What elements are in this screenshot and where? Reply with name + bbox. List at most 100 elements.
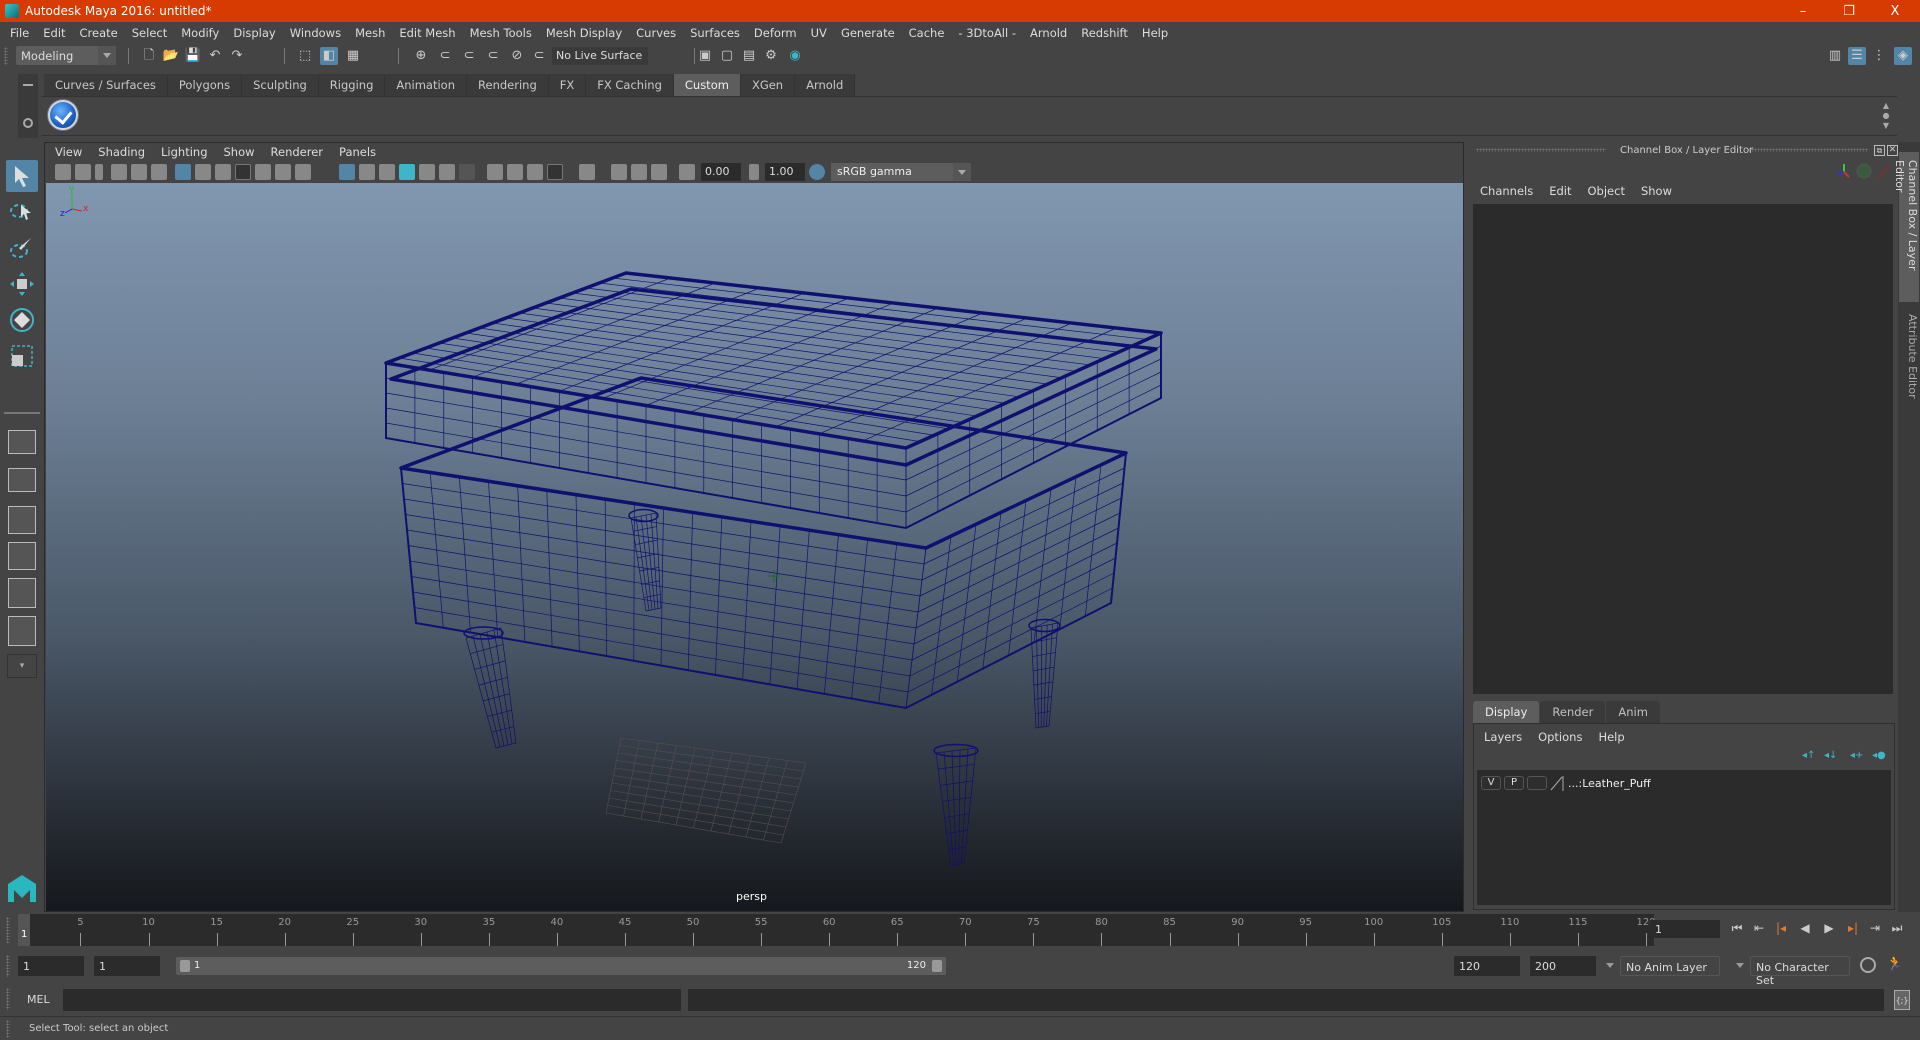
depth-of-field-icon[interactable]: [547, 164, 563, 180]
hypershade-icon[interactable]: ◉: [786, 47, 804, 65]
camera-select-icon[interactable]: [55, 164, 71, 180]
new-layer-from-selected-icon[interactable]: ◂●: [1872, 750, 1886, 762]
exposure-icon[interactable]: [679, 164, 695, 180]
close-button[interactable]: X: [1872, 0, 1918, 22]
menu-deform[interactable]: Deform: [754, 26, 797, 40]
layout-expand-button[interactable]: ▾: [7, 654, 37, 678]
shelf-tab-arnold[interactable]: Arnold: [795, 74, 856, 96]
select-by-hierarchy-icon[interactable]: ⬚: [296, 47, 314, 65]
menu-set-dropdown[interactable]: Modeling: [16, 46, 116, 65]
shelf-tab-fx[interactable]: FX: [548, 74, 587, 96]
select-by-component-icon[interactable]: ▦: [344, 47, 362, 65]
viewport-menu-show[interactable]: Show: [224, 145, 255, 159]
snap-live-icon[interactable]: ⊘: [508, 47, 526, 65]
tool-settings-toggle-icon[interactable]: ⋮: [1870, 47, 1888, 65]
move-layer-down-icon[interactable]: ◂↓: [1824, 750, 1838, 762]
multisample-aa-icon[interactable]: [527, 164, 543, 180]
layer-color-swatch-icon[interactable]: [1550, 775, 1564, 791]
attribute-editor-toggle-icon[interactable]: ☰: [1848, 47, 1866, 65]
animation-preferences-icon[interactable]: 🏃: [1886, 956, 1904, 974]
shelf-tab-xgen[interactable]: XGen: [740, 74, 796, 96]
shelf-scroll-icon[interactable]: ▲ ● ▼: [1881, 101, 1891, 133]
screen-space-ao-icon[interactable]: [487, 164, 503, 180]
menu-curves[interactable]: Curves: [636, 26, 676, 40]
timeline-grip[interactable]: [6, 917, 10, 943]
shelf-menu-icon[interactable]: [23, 84, 33, 86]
move-layer-up-icon[interactable]: ◂↑: [1802, 750, 1816, 762]
command-line-grip[interactable]: [6, 988, 10, 1010]
hypershade-persp-layout-button[interactable]: [8, 578, 36, 608]
viewport-menu-panels[interactable]: Panels: [339, 145, 376, 159]
restore-button[interactable]: ❐: [1826, 0, 1872, 22]
step-back-frame-button[interactable]: |◂: [1774, 921, 1788, 937]
render-region-icon[interactable]: ▢: [718, 47, 736, 65]
gate-mask-icon[interactable]: [235, 164, 251, 180]
auto-key-icon[interactable]: [1860, 957, 1876, 973]
channel-box-menu-channels[interactable]: Channels: [1480, 184, 1533, 198]
float-panel-icon[interactable]: ⧉: [1874, 145, 1885, 156]
persp-outliner-layout-button[interactable]: [8, 506, 36, 534]
layer-visibility-toggle[interactable]: V: [1481, 776, 1501, 790]
menu-uv[interactable]: UV: [811, 26, 827, 40]
character-set-chevron-icon[interactable]: [1736, 963, 1744, 968]
single-perspective-layout-button[interactable]: [8, 430, 36, 454]
shelf-settings-icon[interactable]: [23, 118, 33, 128]
viewport-menu-lighting[interactable]: Lighting: [161, 145, 207, 159]
menu-mesh-display[interactable]: Mesh Display: [546, 26, 622, 40]
playback-end-field[interactable]: 120: [1454, 956, 1520, 976]
channel-box-menu-edit[interactable]: Edit: [1549, 184, 1571, 198]
channel-box-menu-show[interactable]: Show: [1641, 184, 1672, 198]
layer-row[interactable]: V P ...:Leather_Puff: [1481, 774, 1651, 792]
animation-start-field[interactable]: 1: [18, 956, 84, 976]
range-grip[interactable]: [6, 955, 10, 977]
isolate-select-icon[interactable]: [579, 164, 595, 180]
layer-menu-layers[interactable]: Layers: [1484, 730, 1522, 744]
time-slider-track[interactable]: 1 5 10 15 20 25 30 35 40 45 50 55 60 65 70 75 80 85 90 95 1…: [18, 914, 1656, 946]
persp-graph-layout-button[interactable]: [8, 542, 36, 570]
shelf-tab-custom[interactable]: Custom: [673, 74, 741, 96]
layer-menu-options[interactable]: Options: [1538, 730, 1582, 744]
menu-mesh-tools[interactable]: Mesh Tools: [470, 26, 532, 40]
menu-mesh[interactable]: Mesh: [355, 26, 385, 40]
go-to-start-button[interactable]: ⏮: [1730, 921, 1744, 937]
shelf-tab-rendering[interactable]: Rendering: [467, 74, 549, 96]
status-line-grip[interactable]: [4, 47, 8, 65]
menu-3dtoall[interactable]: - 3DtoAll -: [958, 26, 1016, 40]
range-end-handle[interactable]: [932, 960, 942, 972]
go-to-end-button[interactable]: ⏭: [1890, 921, 1904, 937]
redo-icon[interactable]: ↷: [228, 47, 246, 65]
new-scene-icon[interactable]: 🗋: [140, 47, 158, 65]
anim-layer-dropdown[interactable]: No Anim Layer: [1620, 956, 1720, 976]
four-view-layout-button[interactable]: [8, 468, 36, 492]
help-line-grip[interactable]: [6, 1020, 10, 1038]
xray-active-icon[interactable]: [631, 164, 647, 180]
layer-tab-anim[interactable]: Anim: [1606, 701, 1660, 723]
close-panel-icon[interactable]: ✕: [1887, 145, 1898, 156]
smooth-shade-icon[interactable]: [359, 164, 375, 180]
speed-icon[interactable]: [1856, 163, 1872, 179]
motion-blur-icon[interactable]: [507, 164, 523, 180]
color-management-toggle-icon[interactable]: [809, 164, 825, 180]
side-tab-attribute-editor[interactable]: Attribute Editor: [1899, 306, 1919, 406]
playback-start-field[interactable]: 1: [94, 956, 160, 976]
shelf-tab-fx-caching[interactable]: FX Caching: [586, 74, 674, 96]
layer-tab-display[interactable]: Display: [1473, 701, 1540, 723]
textured-icon[interactable]: [419, 164, 435, 180]
panel-grip[interactable]: [1476, 148, 1606, 152]
menu-windows[interactable]: Windows: [290, 26, 341, 40]
playback-range-slider[interactable]: 1 120: [176, 957, 946, 975]
safe-action-icon[interactable]: [275, 164, 291, 180]
scale-tool-button[interactable]: [6, 340, 38, 372]
animation-end-field[interactable]: 200: [1530, 956, 1596, 976]
new-empty-layer-icon[interactable]: ◂+: [1850, 750, 1864, 762]
menu-edit[interactable]: Edit: [43, 26, 65, 40]
undo-icon[interactable]: ↶: [206, 47, 224, 65]
select-tool-button[interactable]: [6, 160, 38, 192]
menu-arnold[interactable]: Arnold: [1030, 26, 1067, 40]
minimize-button[interactable]: –: [1780, 0, 1826, 22]
menu-create[interactable]: Create: [80, 26, 118, 40]
snap-view-plane-icon[interactable]: ⊂: [484, 47, 502, 65]
snap-make-live-icon[interactable]: ⊂: [530, 47, 548, 65]
menu-surfaces[interactable]: Surfaces: [690, 26, 740, 40]
anim-layer-chevron-icon[interactable]: [1606, 963, 1614, 968]
